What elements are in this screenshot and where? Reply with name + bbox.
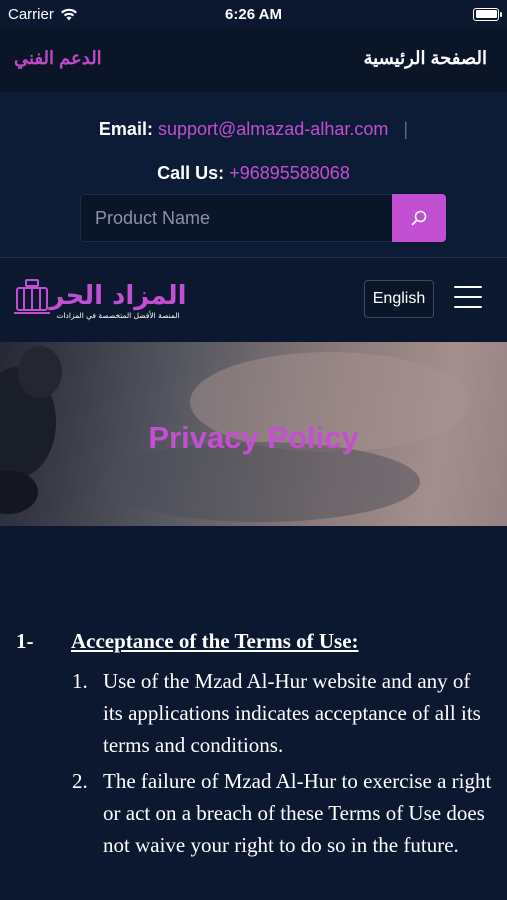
phone-row: Call Us: +96895588068 <box>0 163 507 184</box>
search-button[interactable] <box>392 194 446 242</box>
section-title: Acceptance of the Terms of Use: <box>71 629 359 653</box>
hero-banner: Privacy Policy <box>0 342 507 526</box>
email-link[interactable]: support@almazad-alhar.com <box>158 119 388 139</box>
logo-title: المزاد الحر <box>47 281 186 311</box>
email-row: Email: support@almazad-alhar.com | <box>0 119 507 140</box>
policy-content: 1- Acceptance of the Terms of Use: 1. Us… <box>0 526 507 900</box>
language-button[interactable]: English <box>364 280 434 318</box>
contact-bar: Email: support@almazad-alhar.com | Call … <box>0 92 507 258</box>
list-item-text: The failure of Mzad Al-Hur to exercise a… <box>103 769 492 857</box>
page-title: Privacy Policy <box>148 420 359 455</box>
search-bar <box>80 194 446 242</box>
contact-separator: | <box>403 119 409 139</box>
top-nav: الصفحة الرئيسية الدعم الفني <box>0 28 507 92</box>
list-item: 2. The failure of Mzad Al-Hur to exercis… <box>72 765 492 861</box>
nav-support-link[interactable]: الدعم الفني <box>14 48 102 69</box>
site-header: المزاد الحر المنصة الأفضل المتخصصة في ال… <box>0 258 507 342</box>
phone-link[interactable]: +96895588068 <box>229 163 350 183</box>
menu-button[interactable] <box>454 286 482 310</box>
phone-label: Call Us: <box>157 163 225 183</box>
status-time: 6:26 AM <box>225 5 282 23</box>
list-item: 1. Use of the Mzad Al-Hur website and an… <box>72 665 492 761</box>
section-number: 1- <box>16 629 34 653</box>
list-item-number: 2. <box>72 769 88 793</box>
terms-list: 1. Use of the Mzad Al-Hur website and an… <box>72 665 492 865</box>
logo-subtitle: المنصة الأفضل المتخصصة في المزادات <box>56 310 179 320</box>
email-label: Email: <box>98 119 153 139</box>
list-item-text: Use of the Mzad Al-Hur website and any o… <box>103 669 481 757</box>
site-logo[interactable]: المزاد الحر المنصة الأفضل المتخصصة في ال… <box>14 276 186 322</box>
hamburger-icon <box>454 286 482 308</box>
search-icon <box>411 210 427 226</box>
status-bar: Carrier 6:26 AM <box>0 0 507 28</box>
search-input[interactable] <box>80 194 392 242</box>
list-item-number: 1. <box>72 669 88 693</box>
nav-home-link[interactable]: الصفحة الرئيسية <box>364 48 487 69</box>
